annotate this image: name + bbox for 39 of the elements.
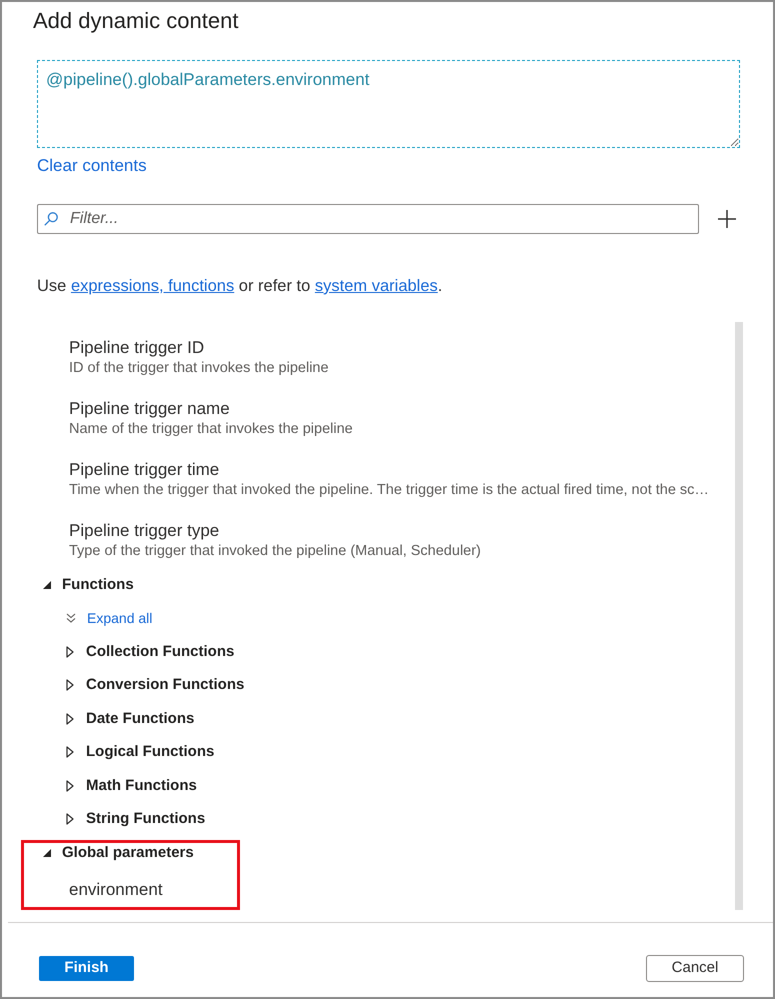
expand-all-link[interactable]: Expand all (87, 608, 152, 628)
plus-icon[interactable] (718, 210, 736, 228)
category-label[interactable]: Math Functions (86, 776, 197, 796)
variable-description: Time when the trigger that invoked the pipeline. The trigger time is the actual fired time, not the sc… (69, 481, 709, 499)
variable-description: ID of the trigger that invokes the pipeline (69, 359, 329, 377)
filter-field[interactable]: Filter... (37, 204, 699, 234)
search-icon (44, 212, 58, 226)
variable-description: Type of the trigger that invoked the pipeline (Manual, Scheduler) (69, 542, 481, 560)
category-label[interactable]: String Functions (86, 809, 206, 830)
variable-name[interactable]: Pipeline trigger name (69, 398, 230, 420)
variable-name[interactable]: Pipeline trigger ID (69, 337, 204, 359)
expression-editor[interactable]: @pipeline().globalParameters.environment (37, 60, 740, 148)
variable-description: Name of the trigger that invokes the pipeline (69, 420, 353, 438)
collapsed-triangle-icon[interactable] (66, 780, 74, 792)
hint-text: Use expressions, functions or refer to system variables. (37, 276, 442, 297)
collapsed-triangle-icon[interactable] (66, 646, 74, 658)
collapsed-triangle-icon[interactable] (66, 712, 74, 725)
variable-name[interactable]: Pipeline trigger time (69, 459, 220, 481)
category-label[interactable]: Functions (62, 574, 134, 595)
double-chevron-down-icon[interactable] (66, 613, 76, 624)
variable-name[interactable]: Pipeline trigger type (69, 520, 220, 542)
category-label[interactable]: Collection Functions (86, 642, 234, 662)
expanded-triangle-icon[interactable] (43, 848, 51, 857)
primary-button[interactable]: Finish (39, 956, 134, 981)
collapsed-triangle-icon[interactable] (66, 813, 74, 826)
category-label[interactable]: Logical Functions (86, 742, 214, 762)
system-variables-link[interactable]: system variables (314, 277, 438, 295)
expressions-link[interactable]: expressions, functions (70, 277, 234, 295)
collapsed-triangle-icon[interactable] (66, 746, 74, 758)
category-label[interactable]: Conversion Functions (86, 675, 244, 696)
collapsed-triangle-icon[interactable] (66, 679, 74, 692)
scrollbar[interactable] (735, 322, 743, 910)
category-label[interactable]: Global parameters (62, 842, 194, 863)
category-label[interactable]: Date Functions (86, 708, 194, 729)
dialog-title: Add dynamic content (33, 7, 238, 35)
expanded-triangle-icon[interactable] (43, 580, 51, 589)
clear-contents-link[interactable]: Clear contents (37, 155, 147, 177)
parameter-item[interactable]: environment (69, 878, 163, 900)
secondary-button[interactable]: Cancel (646, 955, 744, 982)
